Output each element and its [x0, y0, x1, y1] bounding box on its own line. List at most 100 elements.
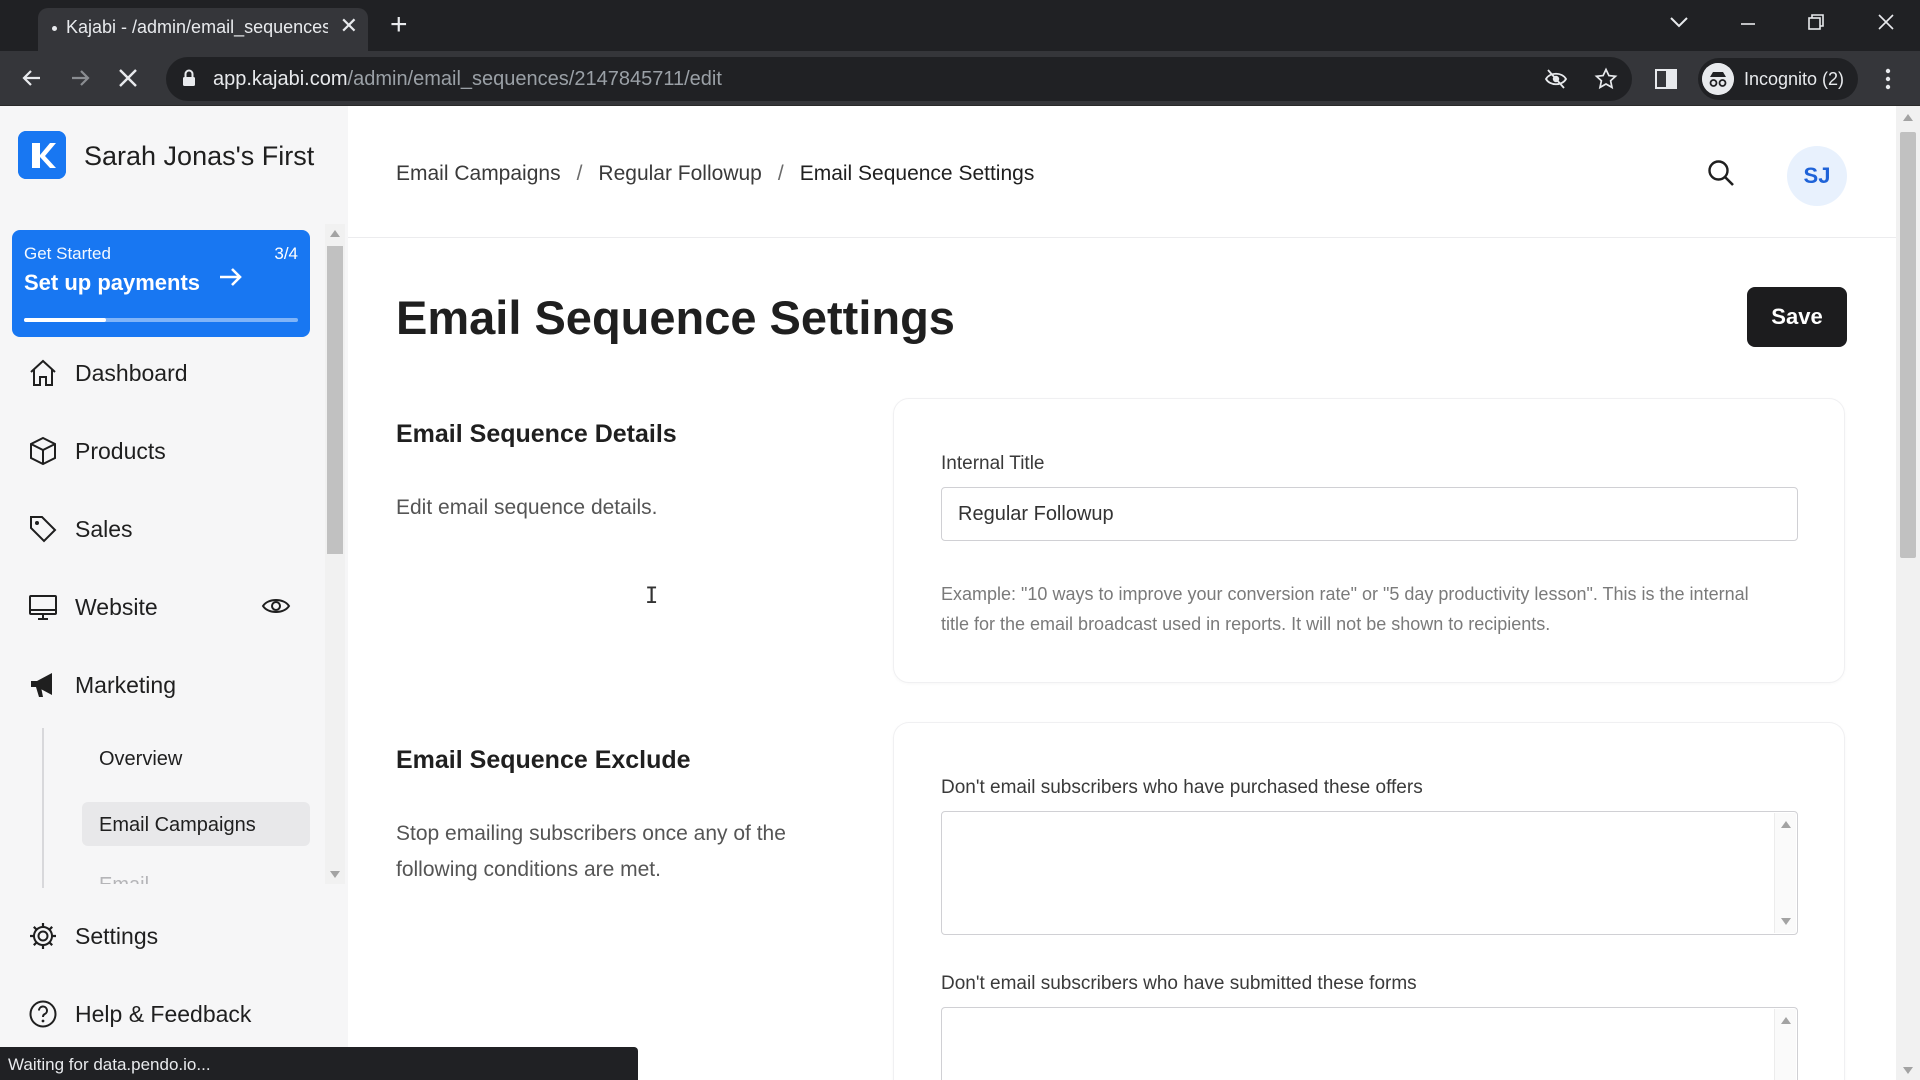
breadcrumb: Email Campaigns / Regular Followup / Email S…: [396, 162, 1034, 186]
monitor-icon: [29, 595, 57, 620]
sidebar-item-label: Products: [75, 438, 166, 464]
kajabi-logo-icon[interactable]: [18, 131, 66, 179]
tag-icon: [30, 516, 57, 543]
breadcrumb-separator: /: [777, 162, 784, 185]
gear-icon: [30, 923, 56, 949]
forward-arrow-icon[interactable]: [64, 62, 96, 94]
scroll-up-arrow-icon[interactable]: [1781, 1017, 1791, 1024]
forms-exclude-select[interactable]: [941, 1007, 1798, 1080]
get-started-progress: [24, 318, 298, 322]
site-name[interactable]: Sarah Jonas's First: [84, 141, 314, 172]
submenu-rail: [42, 728, 44, 888]
breadcrumb-separator: /: [576, 162, 583, 185]
details-section-description: Edit email sequence details.: [396, 496, 658, 519]
top-bar: Email Campaigns / Regular Followup / Email S…: [348, 106, 1896, 238]
lock-icon[interactable]: [182, 69, 196, 87]
tab-title: Kajabi - /admin/email_sequences: [66, 17, 328, 37]
avatar[interactable]: SJ: [1787, 146, 1847, 206]
tab-close-icon[interactable]: ✕: [340, 15, 358, 37]
internal-title-help: Example: "10 ways to improve your conver…: [941, 584, 1749, 634]
preview-eye-icon[interactable]: [261, 594, 291, 618]
sidebar-item-website[interactable]: Website: [28, 586, 318, 626]
sidebar-item-label: Sales: [75, 516, 133, 542]
url-path: /admin/email_sequences/2147845711/edit: [347, 68, 722, 90]
sidebar-item-label: Dashboard: [75, 360, 188, 386]
sidebar-subitem-email-campaigns[interactable]: Email Campaigns: [82, 802, 310, 846]
sidebar-item-label: Help & Feedback: [75, 1001, 252, 1027]
arrow-right-icon: [220, 268, 242, 286]
incognito-label: Incognito (2): [1744, 69, 1845, 89]
eye-off-icon[interactable]: [1544, 67, 1568, 91]
sidebar-item-label: Website: [75, 594, 158, 620]
get-started-progress-fill: [24, 318, 107, 322]
forms-exclude-label: Don't email subscribers who have submitt…: [941, 973, 1417, 994]
sidebar-item-marketing[interactable]: Marketing: [28, 664, 318, 704]
exclude-section-title: Email Sequence Exclude: [396, 746, 691, 774]
get-started-count: 3/4: [274, 244, 298, 263]
url-domain: app.kajabi.com: [213, 68, 348, 90]
scrollbar-thumb[interactable]: [327, 246, 343, 554]
sidebar-item-label: Marketing: [75, 672, 176, 698]
save-button[interactable]: Save: [1747, 287, 1847, 347]
exclude-section-description: Stop emailing subscribers once any of th…: [396, 822, 786, 881]
sidebar-item-help[interactable]: Help & Feedback: [28, 993, 318, 1033]
sidebar: Sarah Jonas's First Get Started 3/4 Set …: [0, 106, 348, 1080]
scroll-down-arrow-icon[interactable]: [1903, 1067, 1913, 1074]
help-icon: [29, 1000, 57, 1028]
sidebar-item-dashboard[interactable]: Dashboard: [28, 352, 318, 392]
internal-title-input[interactable]: [941, 487, 1798, 541]
forms-select-scrollbar[interactable]: [1774, 1009, 1796, 1080]
address-bar[interactable]: app.kajabi.com/admin/email_sequences/214…: [166, 57, 1632, 101]
scroll-up-arrow-icon[interactable]: [1781, 821, 1791, 828]
scrollbar-thumb[interactable]: [1900, 132, 1916, 558]
side-panel-icon[interactable]: [1650, 63, 1682, 95]
get-started-card[interactable]: Get Started 3/4 Set up payments: [12, 230, 310, 337]
subitem-label: Overview: [99, 748, 183, 770]
loading-dot-icon: [52, 26, 57, 31]
minimize-icon[interactable]: [1738, 14, 1758, 34]
sidebar-subitem-overview[interactable]: Overview: [82, 736, 310, 780]
page-title: Email Sequence Settings: [396, 291, 955, 344]
offers-select-scrollbar[interactable]: [1774, 813, 1796, 933]
incognito-badge[interactable]: Incognito (2): [1698, 58, 1858, 100]
incognito-icon: [1702, 63, 1734, 95]
breadcrumb-link-email-campaigns[interactable]: Email Campaigns: [396, 162, 561, 185]
get-started-title: Set up payments: [24, 270, 201, 295]
details-card: Internal Title Example: "10 ways to impr…: [893, 398, 1845, 683]
new-tab-button[interactable]: +: [390, 10, 408, 40]
sidebar-item-label: Settings: [75, 923, 159, 949]
scroll-up-arrow-icon[interactable]: [330, 230, 340, 237]
browser-toolbar: app.kajabi.com/admin/email_sequences/214…: [0, 51, 1920, 106]
page-scrollbar[interactable]: [1896, 106, 1920, 1080]
bookmark-star-icon[interactable]: [1594, 67, 1618, 91]
url-text[interactable]: app.kajabi.com/admin/email_sequences/214…: [213, 68, 722, 91]
sidebar-subitem-clipped[interactable]: Email: [99, 874, 149, 884]
details-section-title: Email Sequence Details: [396, 420, 677, 448]
box-icon: [30, 436, 56, 466]
window-close-icon[interactable]: [1876, 12, 1896, 32]
megaphone-icon: [31, 673, 52, 697]
browser-tab[interactable]: Kajabi - /admin/email_sequences ✕: [38, 8, 368, 51]
restore-icon[interactable]: [1806, 12, 1826, 32]
scroll-down-arrow-icon[interactable]: [330, 871, 340, 878]
scroll-down-arrow-icon[interactable]: [1781, 918, 1791, 925]
offers-exclude-select[interactable]: [941, 811, 1798, 935]
breadcrumb-link-regular-followup[interactable]: Regular Followup: [598, 162, 761, 185]
browser-menu-icon[interactable]: [1872, 63, 1904, 95]
text-cursor-icon: I: [645, 584, 659, 609]
offers-exclude-label: Don't email subscribers who have purchas…: [941, 777, 1423, 798]
back-arrow-icon[interactable]: [16, 62, 48, 94]
tab-search-chevron-icon[interactable]: [1668, 14, 1690, 30]
scroll-up-arrow-icon[interactable]: [1903, 114, 1913, 121]
breadcrumb-current: Email Sequence Settings: [799, 162, 1035, 185]
sidebar-item-settings[interactable]: Settings: [28, 915, 318, 955]
browser-status-bar: Waiting for data.pendo.io...: [0, 1047, 638, 1080]
sidebar-item-products[interactable]: Products: [28, 430, 318, 470]
exclude-card: Don't email subscribers who have purchas…: [893, 722, 1845, 1080]
sidebar-item-sales[interactable]: Sales: [28, 508, 318, 548]
subitem-label: Email Campaigns: [99, 814, 256, 836]
sidebar-scrollbar[interactable]: [325, 224, 345, 884]
stop-loading-icon[interactable]: [112, 62, 144, 94]
browser-tabstrip: Kajabi - /admin/email_sequences ✕ +: [0, 0, 1920, 51]
search-icon[interactable]: [1706, 158, 1736, 188]
